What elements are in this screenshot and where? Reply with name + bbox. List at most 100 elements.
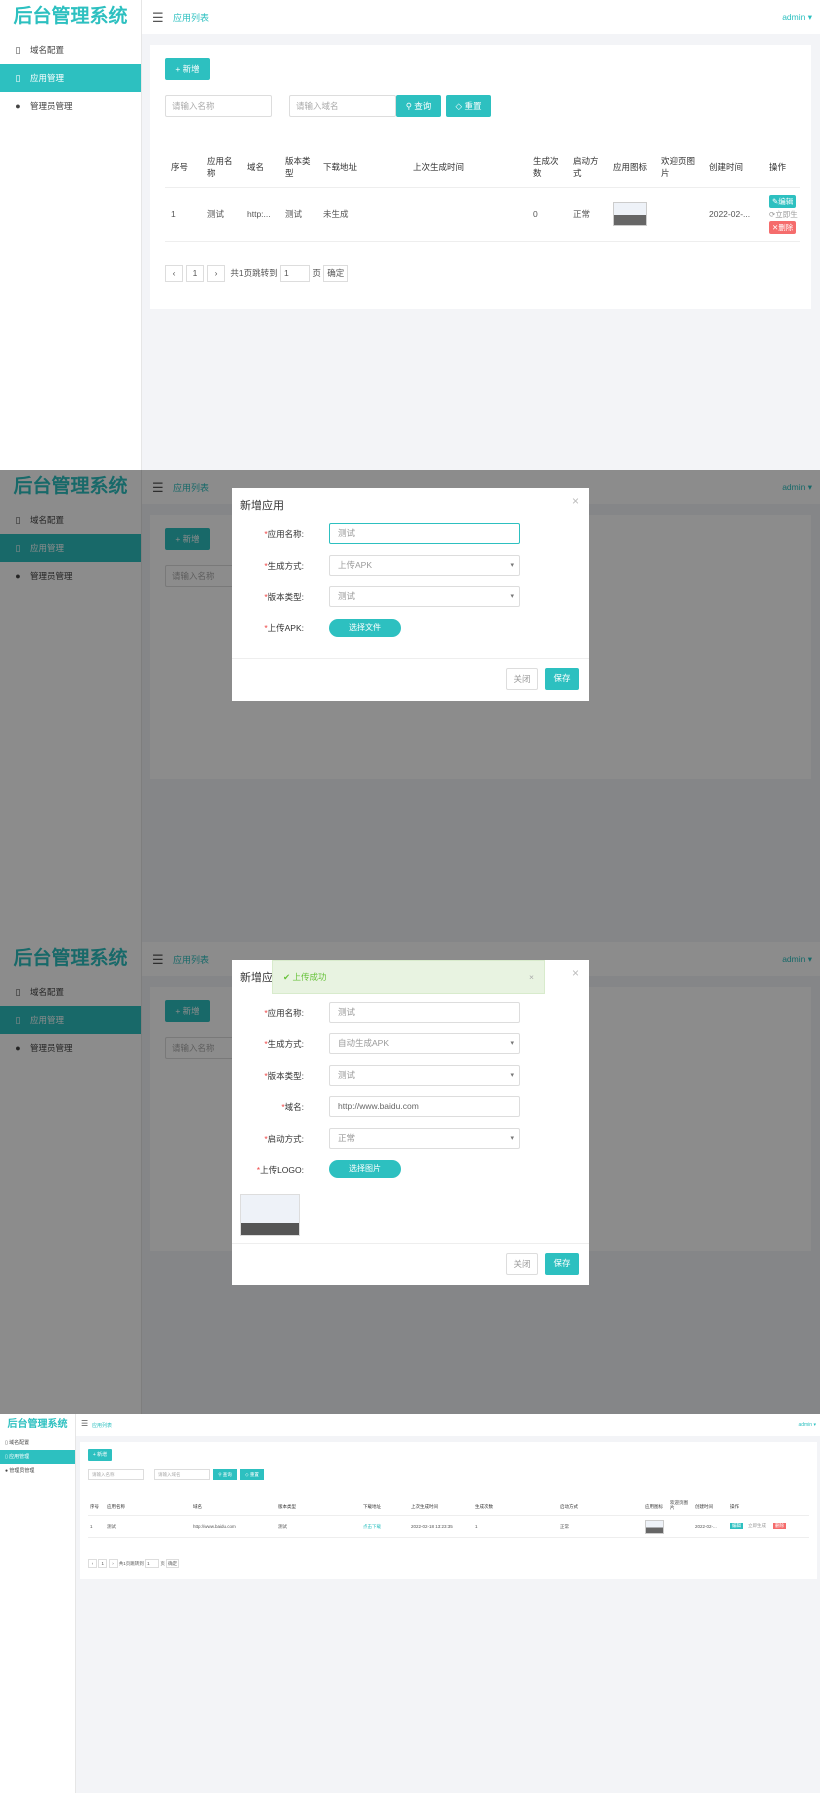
version-type-select[interactable]: 测试 ▾ <box>329 586 520 607</box>
cell-count: 0 <box>527 187 567 242</box>
column-header: 启动方式 <box>567 147 607 188</box>
table-header-row: 序号 应用名称 域名 版本类型 下载地址 上次生成时间 生成次数 启动方式 应用… <box>88 1498 809 1516</box>
prev-page-button[interactable]: ‹ <box>165 265 183 282</box>
choose-image-button[interactable]: 选择图片 <box>329 1160 401 1178</box>
cell-created: 2022-02-... <box>695 1524 717 1529</box>
check-circle-icon: ✔ <box>283 972 291 982</box>
add-button[interactable]: + 新增 <box>165 58 210 80</box>
column-header: 域名 <box>193 1504 202 1509</box>
column-header: 欢迎页图片 <box>670 1500 688 1510</box>
column-header: 创建时间 <box>703 147 763 188</box>
cell-index: 1 <box>165 187 201 242</box>
cell-welcome-image <box>655 187 703 242</box>
domain-search-input[interactable]: 请输入域名 <box>154 1469 210 1480</box>
next-page-button[interactable]: › <box>108 1559 118 1568</box>
chevron-down-icon: ▾ <box>510 1135 514 1142</box>
field-label: *应用名称: <box>264 1008 304 1018</box>
close-icon[interactable]: × <box>572 966 579 980</box>
field-label: *生成方式: <box>264 561 304 571</box>
menu-toggle-icon[interactable]: ☰ <box>81 1419 88 1428</box>
close-icon[interactable]: × <box>572 494 579 508</box>
cell-launch: 正常 <box>560 1524 569 1529</box>
generate-link[interactable]: ⟳立即生 <box>769 210 798 219</box>
user-icon: ● <box>15 101 21 111</box>
goto-page-input[interactable]: 1 <box>145 1559 160 1568</box>
cell-actions: ✎编辑 ⟳立即生 ✕删除 <box>763 187 800 242</box>
domain-search-input[interactable]: 请输入域名 <box>289 95 396 117</box>
prev-page-button[interactable]: ‹ <box>88 1559 97 1568</box>
edit-button[interactable]: ✎编辑 <box>769 194 797 208</box>
reset-button[interactable]: ◇ 重置 <box>446 95 491 117</box>
divider <box>232 1243 589 1244</box>
topbar: ☰ 应用列表 admin ▾ <box>142 0 820 34</box>
sidebar-item-admin-management[interactable]: ● 管理员管理 <box>0 92 141 120</box>
app-icon-thumbnail[interactable] <box>613 202 647 226</box>
cell-index: 1 <box>90 1524 93 1529</box>
sidebar-item-domain-config[interactable]: ▯ 域名配置 <box>0 1436 75 1450</box>
generate-mode-select[interactable]: 上传APK ▾ <box>329 555 520 576</box>
cell-last-time: 2022-02-18 13:23:35 <box>411 1524 453 1529</box>
column-header: 应用图标 <box>607 147 655 188</box>
panel-add-dialog-apk: 后台管理系统 ▯ 域名配置 ▯ 应用管理 ● 管理员管理 ☰ 应用列表 admin ▾… <box>0 470 820 942</box>
search-icon: ⚲ <box>218 1472 222 1477</box>
generate-link[interactable]: 立即生成 <box>748 1523 766 1529</box>
name-search-input[interactable]: 请输入名称 <box>165 95 272 117</box>
sidebar-item-admin-management[interactable]: ● 管理员管理 <box>0 1464 75 1478</box>
confirm-page-button[interactable]: 确定 <box>166 1559 180 1568</box>
sidebar-item-app-management[interactable]: ▯ 应用管理 <box>0 1450 75 1464</box>
user-menu[interactable]: admin ▾ <box>782 12 812 23</box>
confirm-page-button[interactable]: 确定 <box>323 265 349 282</box>
column-header: 应用名称 <box>107 1504 125 1509</box>
save-button[interactable]: 保存 <box>545 1253 579 1275</box>
reset-button[interactable]: ◇ 重置 <box>240 1469 264 1480</box>
edit-button[interactable]: 编辑 <box>730 1523 743 1529</box>
field-label: *上传LOGO: <box>256 1165 304 1175</box>
field-label: *域名: <box>281 1102 304 1112</box>
choose-file-button[interactable]: 选择文件 <box>329 619 401 637</box>
version-type-select[interactable]: 测试 ▾ <box>329 1065 520 1086</box>
save-button[interactable]: 保存 <box>545 668 579 690</box>
dialog-title: 新增应 <box>240 972 273 984</box>
menu-toggle-icon[interactable]: ☰ <box>152 10 164 26</box>
download-link[interactable]: 点击下载 <box>363 1524 381 1530</box>
field-label: *应用名称: <box>264 529 304 539</box>
next-page-button[interactable]: › <box>207 265 225 282</box>
delete-button[interactable]: 删除 <box>773 1523 786 1529</box>
sidebar: 后台管理系统 ▯ 域名配置 ▯ 应用管理 ● 管理员管理 <box>0 0 142 470</box>
app-icon-thumbnail[interactable] <box>645 1520 664 1534</box>
pager-total-text: 共1页跳转到 <box>230 267 278 278</box>
goto-page-input[interactable]: 1 <box>279 265 310 282</box>
cell-launch: 正常 <box>567 187 607 242</box>
generate-mode-select[interactable]: 自动生成APK ▾ <box>329 1033 520 1054</box>
panel-app-list: 后台管理系统 ▯ 域名配置 ▯ 应用管理 ● 管理员管理 ☰ 应用列表 admin ▾… <box>0 0 820 470</box>
close-button[interactable]: 关闭 <box>506 668 538 690</box>
add-app-dialog: 新增应 ✔ 上传成功 × × *应用名称: 测试 *生成方式: 自动生成APK ▾… <box>232 960 589 1285</box>
clipboard-icon: ▯ <box>15 45 21 55</box>
sidebar-item-domain-config[interactable]: ▯ 域名配置 <box>0 36 141 64</box>
cell-last-time <box>407 187 527 242</box>
sidebar-item-app-management[interactable]: ▯ 应用管理 <box>0 64 141 92</box>
query-button[interactable]: ⚲ 查询 <box>396 95 441 117</box>
cell-count: 1 <box>475 1524 478 1529</box>
page-number[interactable]: 1 <box>98 1559 108 1568</box>
delete-button[interactable]: ✕删除 <box>769 220 797 234</box>
pager-total-text: 共1页跳转到 <box>118 1561 144 1566</box>
domain-input[interactable]: http://www.baidu.com <box>329 1096 520 1117</box>
dialog-title: 新增应用 <box>240 500 284 512</box>
app-name-input[interactable]: 测试 <box>329 1002 520 1023</box>
column-header: 应用图标 <box>645 1504 663 1509</box>
field-label: *版本类型: <box>264 1071 304 1081</box>
user-menu[interactable]: admin ▾ <box>798 1422 816 1428</box>
app-table: 序号 应用名称 域名 版本类型 下载地址 上次生成时间 生成次数 启动方式 应用… <box>88 1498 809 1538</box>
name-search-input[interactable]: 请输入名称 <box>88 1469 144 1480</box>
cell-name: 测试 <box>201 187 241 242</box>
close-button[interactable]: 关闭 <box>506 1253 538 1275</box>
page-number[interactable]: 1 <box>186 265 204 282</box>
launch-mode-select[interactable]: 正常 ▾ <box>329 1128 520 1149</box>
toast-close-icon[interactable]: × <box>529 961 534 993</box>
app-name-input[interactable]: 测试 <box>329 523 520 544</box>
query-button[interactable]: ⚲ 查询 <box>213 1469 237 1480</box>
column-header: 域名 <box>241 147 279 188</box>
add-button[interactable]: + 新增 <box>88 1449 112 1461</box>
table-header-row: 序号 应用名称 域名 版本类型 下载地址 上次生成时间 生成次数 启动方式 应用… <box>165 147 800 188</box>
